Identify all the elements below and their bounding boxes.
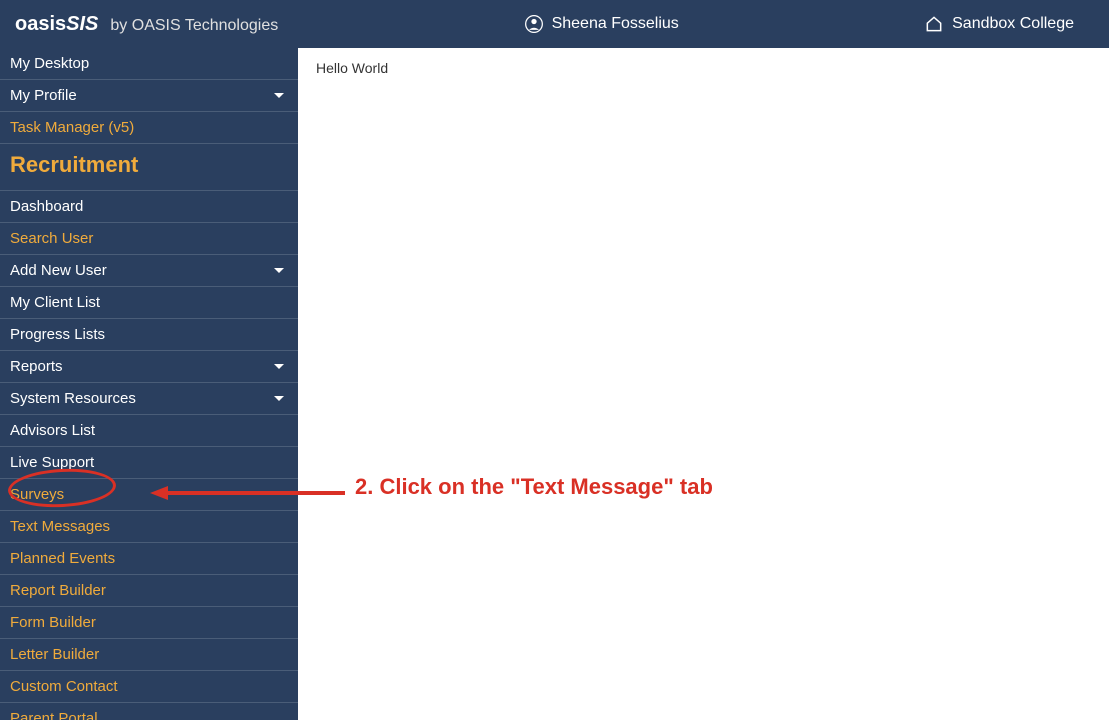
sidebar-item-custom-contact[interactable]: Custom Contact <box>0 671 298 703</box>
sidebar-item-letter-builder[interactable]: Letter Builder <box>0 639 298 671</box>
sidebar-item-planned-events[interactable]: Planned Events <box>0 543 298 575</box>
user-icon <box>524 14 544 34</box>
user-name-label: Sheena Fosselius <box>552 15 679 33</box>
home-icon <box>924 14 944 34</box>
sidebar-item-live-support[interactable]: Live Support <box>0 447 298 479</box>
sidebar-item-system-resources[interactable]: System Resources <box>0 383 298 415</box>
sidebar-item-label: Custom Contact <box>10 678 118 695</box>
sidebar-item-label: Progress Lists <box>10 326 105 343</box>
sidebar-item-advisors-list[interactable]: Advisors List <box>0 415 298 447</box>
sidebar-item-label: Reports <box>10 358 63 375</box>
sidebar-item-label: System Resources <box>10 390 136 407</box>
sidebar-item-label: Letter Builder <box>10 646 99 663</box>
app-header: oasisSIS by OASIS Technologies Sheena Fo… <box>0 0 1109 48</box>
sidebar-item-label: Text Messages <box>10 518 110 535</box>
chevron-down-icon <box>274 93 284 98</box>
institution-menu[interactable]: Sandbox College <box>924 14 1094 34</box>
sidebar-item-label: Live Support <box>10 454 94 471</box>
sidebar-item-label: Surveys <box>10 486 64 503</box>
sidebar-item-label: Task Manager (v5) <box>10 119 134 136</box>
sidebar-item-report-builder[interactable]: Report Builder <box>0 575 298 607</box>
sidebar-item-reports[interactable]: Reports <box>0 351 298 383</box>
sidebar-item-label: Planned Events <box>10 550 115 567</box>
content-text: Hello World <box>316 60 388 76</box>
app-logo: oasisSIS <box>15 13 98 36</box>
sidebar-section-header: Recruitment <box>0 144 298 191</box>
chevron-down-icon <box>274 364 284 369</box>
sidebar-item-surveys[interactable]: Surveys <box>0 479 298 511</box>
sidebar-item-text-messages[interactable]: Text Messages <box>0 511 298 543</box>
sidebar-item-my-desktop[interactable]: My Desktop <box>0 48 298 80</box>
sidebar-item-form-builder[interactable]: Form Builder <box>0 607 298 639</box>
logo-prefix: oasis <box>15 13 66 35</box>
sidebar-item-label: Form Builder <box>10 614 96 631</box>
main-container: My Desktop My Profile Task Manager (v5) Re… <box>0 48 1109 720</box>
logo-byline: by OASIS Technologies <box>110 17 278 35</box>
logo-section: oasisSIS by OASIS Technologies <box>15 13 278 36</box>
sidebar-item-label: My Desktop <box>10 55 89 72</box>
sidebar-item-label: Parent Portal <box>10 710 98 720</box>
sidebar-item-my-client-list[interactable]: My Client List <box>0 287 298 319</box>
user-menu[interactable]: Sheena Fosselius <box>278 14 924 34</box>
sidebar-item-label: Dashboard <box>10 198 83 215</box>
sidebar-item-dashboard[interactable]: Dashboard <box>0 191 298 223</box>
institution-label: Sandbox College <box>952 15 1074 33</box>
sidebar-item-parent-portal[interactable]: Parent Portal <box>0 703 298 720</box>
chevron-down-icon <box>274 268 284 273</box>
sidebar-item-label: My Profile <box>10 87 77 104</box>
sidebar-item-label: Advisors List <box>10 422 95 439</box>
content-area: Hello World <box>298 48 1109 720</box>
chevron-down-icon <box>274 396 284 401</box>
sidebar: My Desktop My Profile Task Manager (v5) Re… <box>0 48 298 720</box>
sidebar-item-label: Add New User <box>10 262 107 279</box>
sidebar-item-progress-lists[interactable]: Progress Lists <box>0 319 298 351</box>
sidebar-item-my-profile[interactable]: My Profile <box>0 80 298 112</box>
sidebar-item-label: My Client List <box>10 294 100 311</box>
sidebar-item-search-user[interactable]: Search User <box>0 223 298 255</box>
sidebar-item-add-new-user[interactable]: Add New User <box>0 255 298 287</box>
logo-suffix: SIS <box>66 13 98 35</box>
sidebar-item-task-manager-v5-[interactable]: Task Manager (v5) <box>0 112 298 144</box>
sidebar-item-label: Search User <box>10 230 93 247</box>
sidebar-item-label: Report Builder <box>10 582 106 599</box>
